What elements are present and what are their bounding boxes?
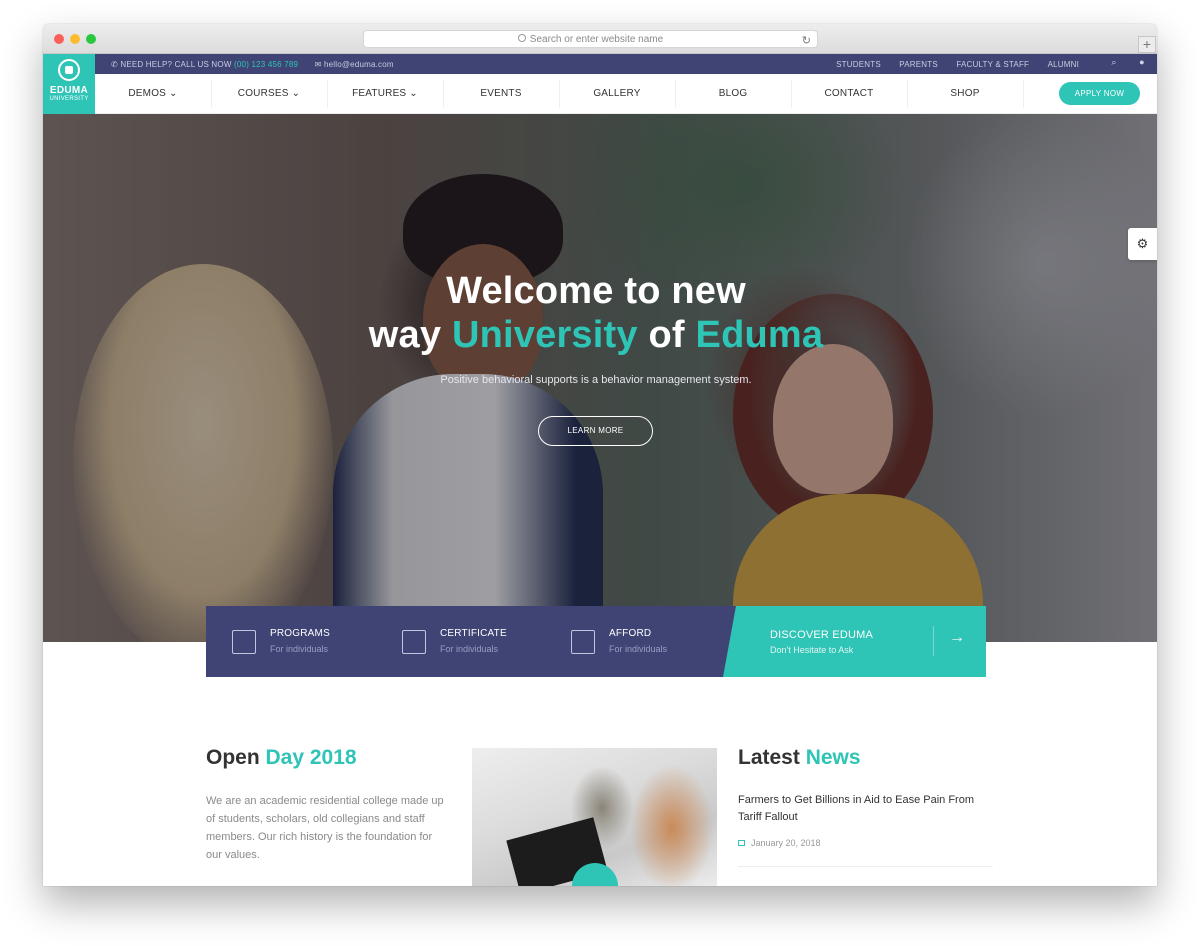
- new-tab-button[interactable]: +: [1138, 36, 1156, 53]
- graduation-crest-icon: [58, 59, 80, 81]
- address-placeholder: Search or enter website name: [529, 34, 664, 45]
- latest-news-heading: Latest News: [738, 746, 861, 769]
- apply-now-button[interactable]: APPLY NOW: [1059, 82, 1140, 105]
- calendar-icon: [738, 840, 745, 846]
- hero-heading: Welcome to new way University of Eduma: [368, 270, 824, 356]
- top-info-bar: ✆ NEED HELP? CALL US NOW (00) 123 456 78…: [43, 54, 1157, 74]
- browser-window: Search or enter website name ↻ + ✆ NEED …: [43, 24, 1157, 886]
- gear-icon[interactable]: ⚙: [1128, 228, 1157, 260]
- discover-subtitle: Don't Hesitate to Ask: [770, 645, 854, 655]
- nav-events[interactable]: EVENTS: [443, 74, 559, 114]
- hero-lead-text: Positive behavioral supports is a behavi…: [440, 374, 752, 386]
- close-window-button[interactable]: [54, 34, 64, 44]
- main-navigation: DEMOS ⌄ COURSES ⌄ FEATURES ⌄ EVENTS GALL…: [95, 74, 1157, 114]
- divider: [933, 626, 934, 656]
- reload-icon[interactable]: ↻: [802, 33, 811, 50]
- nav-features[interactable]: FEATURES ⌄: [327, 74, 443, 114]
- minimize-window-button[interactable]: [70, 34, 80, 44]
- nav-contact[interactable]: CONTACT: [791, 74, 907, 114]
- feature-title: CERTIFICATE: [440, 628, 507, 639]
- feature-title: AFFORD: [609, 628, 652, 639]
- feature-afford[interactable]: AFFORD For individuals: [546, 606, 716, 677]
- nav-shop[interactable]: SHOP: [907, 74, 1023, 114]
- email-link[interactable]: hello@eduma.com: [324, 60, 394, 69]
- site-logo[interactable]: EDUMA UNIVERSITY: [43, 54, 95, 114]
- open-day-section: Open Day 2018 We are an academic residen…: [206, 746, 446, 864]
- divider: [738, 866, 993, 867]
- feature-certificate[interactable]: CERTIFICATE For individuals: [376, 606, 546, 677]
- feature-band: PROGRAMS For individuals CERTIFICATE For…: [206, 606, 986, 677]
- browser-toolbar: Search or enter website name ↻ +: [43, 24, 1157, 54]
- phone-number[interactable]: (00) 123 456 789: [234, 60, 298, 69]
- nav-courses[interactable]: COURSES ⌄: [211, 74, 327, 114]
- user-icon[interactable]: ●: [1133, 57, 1151, 71]
- map-pin-icon: [232, 630, 256, 654]
- feature-subtitle: For individuals: [609, 644, 668, 654]
- nav-demos[interactable]: DEMOS ⌄: [95, 74, 211, 114]
- learn-more-button[interactable]: LEARN MORE: [538, 416, 653, 446]
- clipboard-icon: [402, 630, 426, 654]
- link-students[interactable]: STUDENTS: [836, 60, 881, 69]
- nav-blog[interactable]: BLOG: [675, 74, 791, 114]
- campus-video-thumbnail[interactable]: [472, 748, 717, 886]
- feature-subtitle: For individuals: [270, 644, 329, 654]
- open-day-heading: Open Day 2018: [206, 746, 357, 769]
- logo-name: EDUMA: [49, 85, 89, 96]
- nav-gallery[interactable]: GALLERY: [559, 74, 675, 114]
- open-day-text: We are an academic residential college m…: [206, 795, 444, 861]
- news-item-date: January 20, 2018: [738, 838, 993, 848]
- chevron-down-icon: ⌄: [409, 88, 418, 99]
- feature-title: PROGRAMS: [270, 628, 330, 639]
- discover-title: DISCOVER EDUMA: [770, 629, 874, 641]
- feature-programs[interactable]: PROGRAMS For individuals: [206, 606, 376, 677]
- help-text: NEED HELP? CALL US NOW: [120, 60, 232, 69]
- news-item-title[interactable]: Farmers to Get Billions in Aid to Ease P…: [738, 792, 993, 826]
- link-faculty-staff[interactable]: FACULTY & STAFF: [956, 60, 1029, 69]
- mail-icon: ✉: [314, 60, 322, 69]
- arrow-right-icon[interactable]: →: [949, 629, 965, 647]
- link-alumni[interactable]: ALUMNI: [1048, 60, 1079, 69]
- contact-info: ✆ NEED HELP? CALL US NOW (00) 123 456 78…: [111, 60, 394, 69]
- audience-links: STUDENTS PARENTS FACULTY & STAFF ALUMNI: [820, 60, 1079, 69]
- address-bar[interactable]: Search or enter website name ↻: [363, 30, 818, 48]
- map-icon: [571, 630, 595, 654]
- zoom-window-button[interactable]: [86, 34, 96, 44]
- feature-subtitle: For individuals: [440, 644, 499, 654]
- link-parents[interactable]: PARENTS: [899, 60, 938, 69]
- search-icon: [517, 34, 526, 42]
- hero-banner: Welcome to new way University of Eduma P…: [43, 114, 1157, 642]
- logo-subtitle: UNIVERSITY: [49, 96, 89, 102]
- chevron-down-icon: ⌄: [291, 88, 301, 99]
- search-icon[interactable]: ⌕: [1105, 57, 1123, 71]
- discover-eduma-panel[interactable]: DISCOVER EDUMA Don't Hesitate to Ask →: [723, 606, 986, 677]
- phone-icon: ✆: [111, 60, 118, 69]
- chevron-down-icon: ⌄: [169, 88, 178, 99]
- latest-news-section: Latest News Farmers to Get Billions in A…: [738, 746, 993, 867]
